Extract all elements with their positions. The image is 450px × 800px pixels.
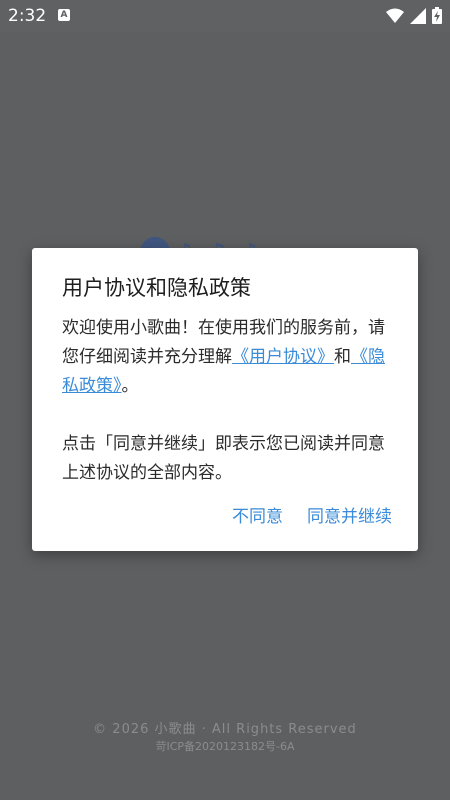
dialog-intro-paragraph: 欢迎使用小歌曲！在使用我们的服务前，请您仔细阅读并充分理解《用户协议》和《隐私政… [62,314,392,401]
dialog-body: 欢迎使用小歌曲！在使用我们的服务前，请您仔细阅读并充分理解《用户协议》和《隐私政… [62,314,392,488]
signal-icon [410,7,426,24]
dialog-title: 用户协议和隐私政策 [62,276,251,300]
footer-copyright: © 2026 小歌曲 · All Rights Reserved [93,722,357,737]
notification-icon: A [58,9,70,21]
status-bar: 2:32 A [0,0,450,32]
battery-charging-icon [432,7,442,24]
wifi-icon [386,8,404,23]
dialog-period: 。 [121,376,139,396]
dialog-and-text: 和 [334,347,351,367]
status-icons [386,7,442,24]
footer-icp: 苛ICP备2020123182号-6A [155,740,295,753]
status-time: 2:32 [8,6,47,26]
agreement-dialog: 用户协议和隐私政策 欢迎使用小歌曲！在使用我们的服务前，请您仔细阅读并充分理解《… [32,248,418,551]
dialog-actions: 不同意 同意并继续 [232,502,392,527]
dialog-consent-note: 点击「同意并继续」即表示您已阅读并同意上述协议的全部内容。 [62,434,385,483]
agree-continue-button[interactable]: 同意并继续 [307,502,392,527]
disagree-button[interactable]: 不同意 [232,502,283,527]
user-agreement-link[interactable]: 《用户协议》 [232,347,334,367]
